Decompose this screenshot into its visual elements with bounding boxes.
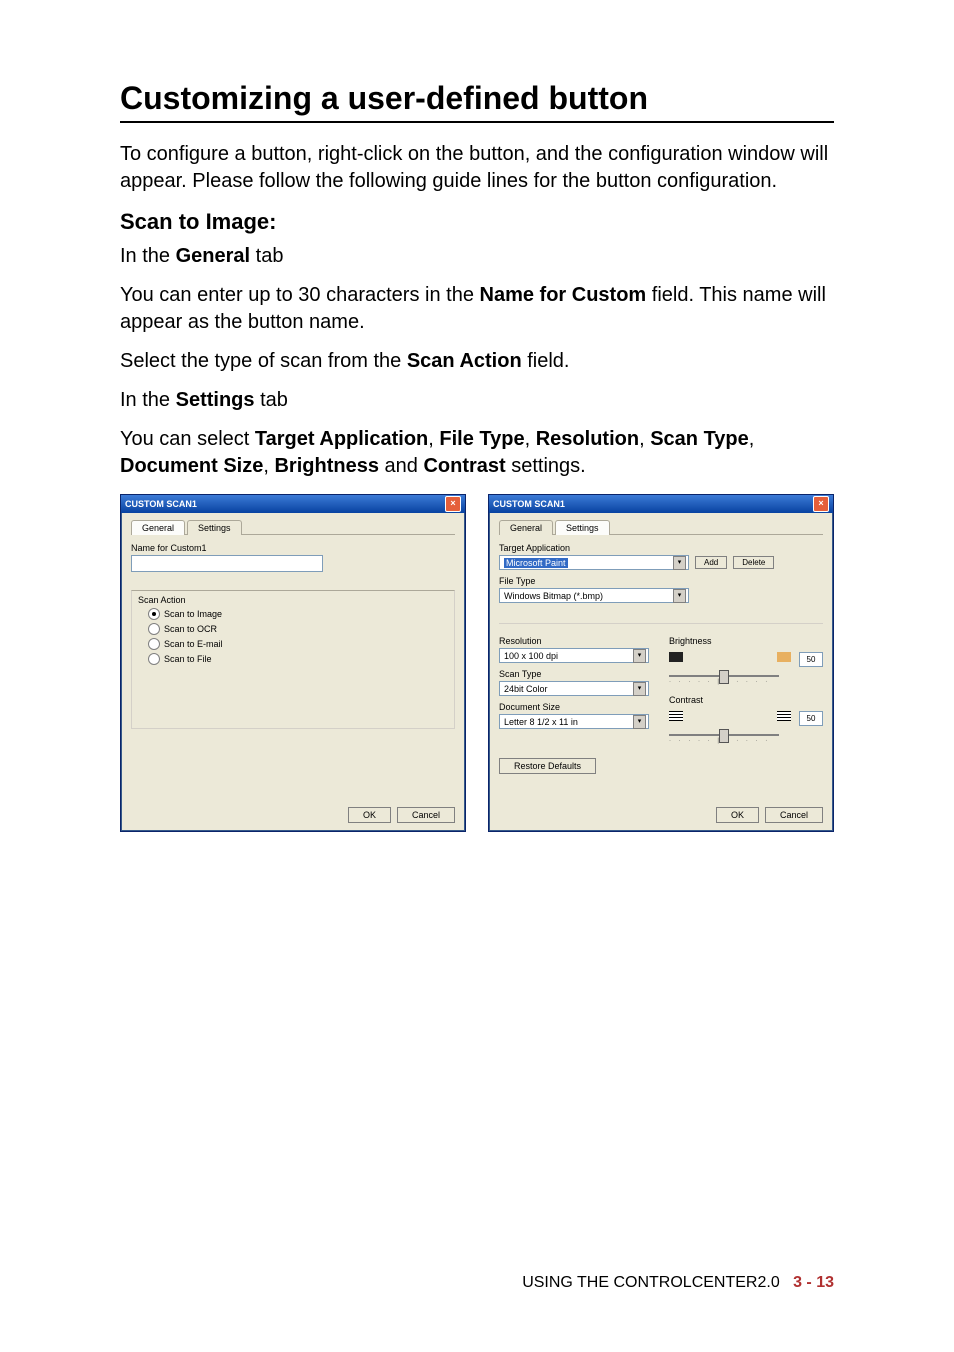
line-options-list: You can select Target Application, File …: [120, 426, 834, 480]
bold-document-size: Document Size: [120, 455, 263, 477]
ok-button[interactable]: OK: [716, 807, 759, 823]
radio-scan-to-email[interactable]: Scan to E-mail: [148, 638, 448, 650]
scan-action-group: Scan Action Scan to Image Scan to OCR Sc…: [131, 590, 455, 729]
radio-label: Scan to Image: [164, 609, 222, 619]
bold-name-for-custom: Name for Custom: [480, 284, 647, 306]
label-contrast: Contrast: [669, 695, 823, 705]
ok-button[interactable]: OK: [348, 807, 391, 823]
page-footer: USING THE CONTROLCENTER2.0 3 - 13: [522, 1274, 834, 1292]
line-settings-tab: In the Settings tab: [120, 387, 834, 414]
brightness-slider[interactable]: 50 · · · · · | · · · · ·: [669, 652, 823, 685]
close-icon[interactable]: ×: [813, 496, 829, 512]
file-type-select[interactable]: Windows Bitmap (*.bmp) ▾: [499, 588, 689, 603]
page-heading: Customizing a user-defined button: [120, 80, 834, 117]
bold-brightness: Brightness: [274, 455, 378, 477]
contrast-value: 50: [799, 711, 823, 726]
text: tab: [250, 245, 283, 267]
heading-rule: [120, 121, 834, 123]
tab-settings[interactable]: Settings: [187, 520, 242, 535]
bold-general: General: [176, 245, 250, 267]
select-value: 100 x 100 dpi: [504, 651, 558, 661]
label-file-type: File Type: [499, 576, 823, 586]
resolution-select[interactable]: 100 x 100 dpi ▾: [499, 648, 649, 663]
bold-resolution: Resolution: [536, 428, 639, 450]
select-value: Letter 8 1/2 x 11 in: [504, 717, 578, 727]
chevron-down-icon: ▾: [633, 715, 646, 729]
radio-scan-to-ocr[interactable]: Scan to OCR: [148, 623, 448, 635]
titlebar: CUSTOM SCAN1 ×: [489, 495, 833, 513]
chevron-down-icon: ▾: [673, 589, 686, 603]
high-contrast-icon: [777, 711, 791, 721]
label-resolution: Resolution: [499, 636, 653, 646]
close-icon[interactable]: ×: [445, 496, 461, 512]
titlebar: CUSTOM SCAN1 ×: [121, 495, 465, 513]
text: In the: [120, 389, 176, 411]
cancel-button[interactable]: Cancel: [765, 807, 823, 823]
radio-label: Scan to File: [164, 654, 212, 664]
bold-scan-action: Scan Action: [407, 350, 522, 372]
restore-defaults-button[interactable]: Restore Defaults: [499, 758, 596, 774]
bold-settings: Settings: [176, 389, 255, 411]
line-scan-action: Select the type of scan from the Scan Ac…: [120, 348, 834, 375]
text: In the: [120, 245, 176, 267]
select-value: Microsoft Paint: [504, 558, 568, 568]
intro-text: To configure a button, right-click on th…: [120, 141, 834, 195]
dialog-title: CUSTOM SCAN1: [493, 499, 565, 509]
tab-general[interactable]: General: [499, 520, 553, 535]
line-name-for-custom: You can enter up to 30 characters in the…: [120, 282, 834, 336]
chevron-down-icon: ▾: [633, 649, 646, 663]
dialog-general: CUSTOM SCAN1 × General Settings Name for…: [120, 494, 466, 832]
brightness-value: 50: [799, 652, 823, 667]
light-icon: [777, 652, 791, 662]
target-application-select[interactable]: Microsoft Paint ▾: [499, 555, 689, 570]
chevron-down-icon: ▾: [673, 556, 686, 570]
label-document-size: Document Size: [499, 702, 653, 712]
select-value: Windows Bitmap (*.bmp): [504, 591, 603, 601]
text: Select the type of scan from the: [120, 350, 407, 372]
line-general-tab: In the General tab: [120, 243, 834, 270]
tab-general[interactable]: General: [131, 520, 185, 535]
text: tab: [255, 389, 288, 411]
tab-settings[interactable]: Settings: [555, 520, 610, 535]
radio-label: Scan to E-mail: [164, 639, 223, 649]
dialog-settings: CUSTOM SCAN1 × General Settings Target A…: [488, 494, 834, 832]
chevron-down-icon: ▾: [633, 682, 646, 696]
section-title-scan-to-image: Scan to Image:: [120, 209, 834, 235]
label-scan-type: Scan Type: [499, 669, 653, 679]
radio-scan-to-image[interactable]: Scan to Image: [148, 608, 448, 620]
footer-page-number: 3 - 13: [793, 1274, 834, 1291]
add-button[interactable]: Add: [695, 556, 727, 569]
text: field.: [522, 350, 570, 372]
cancel-button[interactable]: Cancel: [397, 807, 455, 823]
radio-label: Scan to OCR: [164, 624, 217, 634]
label-brightness: Brightness: [669, 636, 823, 646]
contrast-slider[interactable]: 50 · · · · · | · · · · ·: [669, 711, 823, 744]
label-name-for-custom: Name for Custom1: [131, 543, 455, 553]
bold-contrast: Contrast: [423, 455, 505, 477]
tab-bar: General Settings: [499, 519, 823, 535]
dark-icon: [669, 652, 683, 662]
text: You can enter up to 30 characters in the: [120, 284, 480, 306]
text: settings.: [506, 455, 586, 477]
bold-file-type: File Type: [439, 428, 524, 450]
low-contrast-icon: [669, 711, 683, 721]
scan-type-select[interactable]: 24bit Color ▾: [499, 681, 649, 696]
bold-scan-type: Scan Type: [650, 428, 749, 450]
label-target-application: Target Application: [499, 543, 823, 553]
document-size-select[interactable]: Letter 8 1/2 x 11 in ▾: [499, 714, 649, 729]
delete-button[interactable]: Delete: [733, 556, 774, 569]
select-value: 24bit Color: [504, 684, 548, 694]
bold-target-app: Target Application: [255, 428, 428, 450]
label-scan-action: Scan Action: [138, 595, 448, 605]
dialog-screenshots-row: CUSTOM SCAN1 × General Settings Name for…: [120, 494, 834, 832]
footer-text: USING THE CONTROLCENTER2.0: [522, 1274, 780, 1291]
tab-bar: General Settings: [131, 519, 455, 535]
radio-scan-to-file[interactable]: Scan to File: [148, 653, 448, 665]
text: You can select: [120, 428, 255, 450]
dialog-title: CUSTOM SCAN1: [125, 499, 197, 509]
name-for-custom-input[interactable]: [131, 555, 323, 572]
